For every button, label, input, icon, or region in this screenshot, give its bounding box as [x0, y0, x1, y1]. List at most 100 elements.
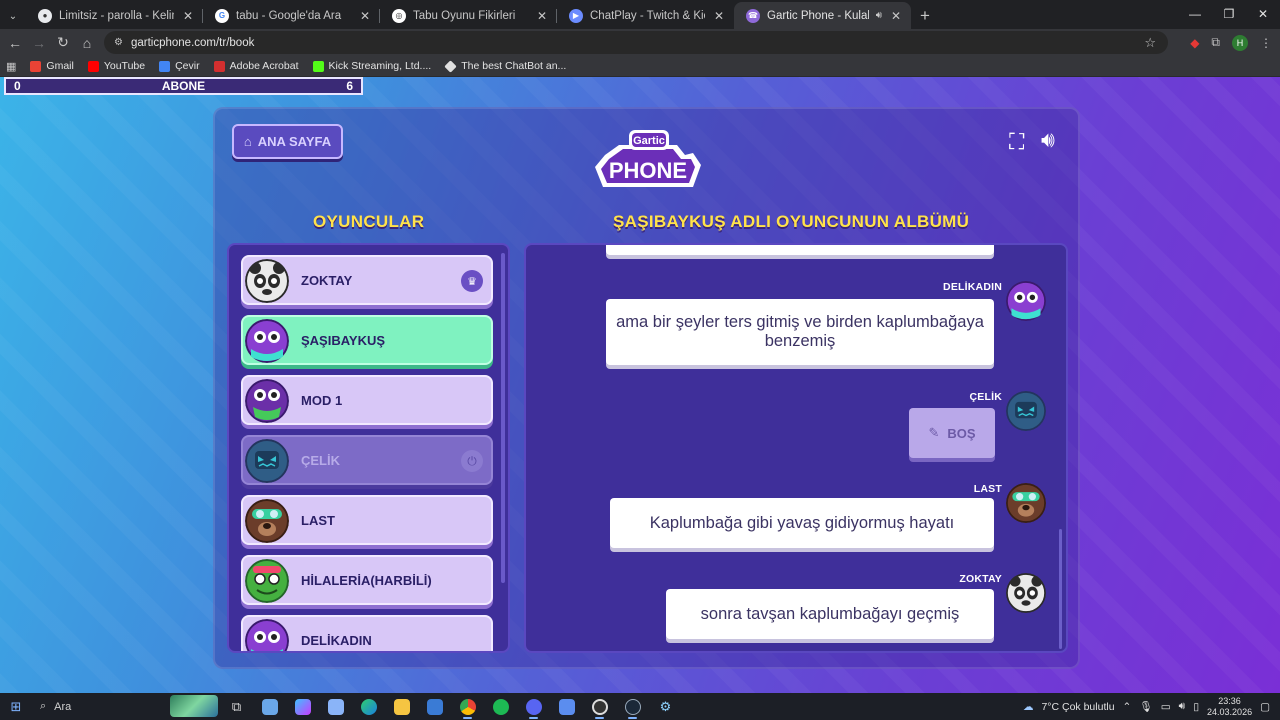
- chrome-icon[interactable]: [451, 693, 484, 720]
- player-hilaleria[interactable]: HİLALERİA(HARBİLİ): [241, 555, 493, 605]
- close-window-icon[interactable]: ✕: [1246, 0, 1280, 28]
- speaker-icon[interactable]: 🔊︎: [1179, 700, 1186, 713]
- tab-title: tabu - Google'da Ara: [236, 9, 342, 22]
- browser-toolbar: ← → ↻ ⌂ ⚙ garticphone.com/tr/book ☆ ◆ ⧉ …: [0, 29, 1280, 56]
- address-bar[interactable]: ⚙ garticphone.com/tr/book ☆: [104, 31, 1168, 54]
- close-icon[interactable]: ✕: [535, 9, 549, 23]
- tab-0[interactable]: ● Limitsiz - parolla - Kelime oyunu ✕: [26, 2, 203, 29]
- new-tab-button[interactable]: +: [911, 2, 939, 29]
- network-icon[interactable]: ▭: [1161, 701, 1171, 713]
- close-icon[interactable]: ✕: [889, 9, 903, 23]
- album-text-entry: ama bir şeyler ters gitmiş ve birden kap…: [606, 299, 994, 365]
- speaker-icon[interactable]: 🔊︎: [876, 10, 882, 21]
- task-view-icon[interactable]: ⧉: [220, 693, 253, 720]
- profile-avatar[interactable]: H: [1232, 34, 1248, 51]
- discord-icon[interactable]: [517, 693, 550, 720]
- panda-avatar-icon: [1006, 573, 1046, 613]
- tab-4-active[interactable]: ☎ Gartic Phone - Kulaktan Kulağa 🔊︎ ✕: [734, 2, 911, 29]
- bookmark-star-icon[interactable]: ☆: [1144, 35, 1156, 51]
- logo-bottom-text: PHONE: [609, 158, 687, 183]
- bookmark-adobe[interactable]: Adobe Acrobat: [213, 60, 299, 72]
- weather-icon[interactable]: ☁: [1023, 701, 1034, 713]
- players-list: ZOKTAY ♛ ŞAŞIBAYKUŞ MOD 1 ÇELİK ⏻ LAST H…: [227, 243, 510, 653]
- left-game-icon: ⏻: [461, 450, 483, 472]
- tab-search-button[interactable]: ⌄: [0, 3, 26, 29]
- gartic-phone-logo: Gartic PHONE: [595, 130, 701, 187]
- mail-icon[interactable]: [418, 693, 451, 720]
- battery-icon[interactable]: ▯: [1193, 701, 1199, 713]
- frog-avatar-icon: [245, 559, 289, 603]
- back-icon[interactable]: ←: [3, 35, 27, 51]
- notes-icon[interactable]: [319, 693, 352, 720]
- bookmark-cevir[interactable]: Çevir: [159, 60, 200, 72]
- site-settings-icon[interactable]: ⚙: [114, 37, 123, 48]
- file-explorer-icon[interactable]: [385, 693, 418, 720]
- bookmark-gmail[interactable]: Gmail: [30, 60, 74, 72]
- tab-2[interactable]: ◎ Tabu Oyunu Fikirleri ✕: [380, 2, 557, 29]
- app-icon[interactable]: [550, 693, 583, 720]
- bookmark-kick[interactable]: Kick Streaming, Ltd....: [312, 60, 431, 72]
- album-title: ŞAŞIBAYKUŞ ADLI OYUNCUNUN ALBÜMÜ: [613, 212, 970, 231]
- gartic-icon: ☎: [746, 8, 760, 23]
- forward-icon[interactable]: →: [27, 35, 51, 51]
- adobe-icon: [213, 60, 225, 72]
- edge-icon[interactable]: [352, 693, 385, 720]
- extension-icon[interactable]: ◆: [1190, 36, 1199, 50]
- search-icon: ⌕: [40, 700, 47, 712]
- minimize-icon[interactable]: —: [1178, 0, 1212, 28]
- panda-avatar-icon: [245, 259, 289, 303]
- player-mod1[interactable]: MOD 1: [241, 375, 493, 425]
- taskbar-search[interactable]: ⌕ Ara: [32, 693, 220, 720]
- steam-icon[interactable]: [616, 693, 649, 720]
- home-icon[interactable]: ⌂: [75, 35, 99, 51]
- obs-icon[interactable]: [583, 693, 616, 720]
- widgets-icon[interactable]: [253, 693, 286, 720]
- fullscreen-icon[interactable]: ⛶: [1009, 131, 1024, 153]
- microphone-icon[interactable]: 🎙︎: [1139, 700, 1152, 713]
- players-scrollbar[interactable]: [501, 253, 505, 583]
- spotify-icon[interactable]: [484, 693, 517, 720]
- restore-icon[interactable]: ❐: [1212, 0, 1246, 28]
- robot-avatar-icon: [1006, 391, 1046, 431]
- notification-icon[interactable]: ▢: [1260, 701, 1270, 713]
- translate-icon: [159, 60, 171, 72]
- taskbar-clock[interactable]: 23:36 24.03.2026: [1207, 696, 1252, 717]
- settings-gear-icon[interactable]: ⚙: [649, 693, 682, 720]
- robot-avatar-icon: [245, 439, 289, 483]
- apps-grid-icon[interactable]: ▦: [6, 60, 16, 73]
- reload-icon[interactable]: ↻: [51, 34, 75, 51]
- previous-entry-card: [606, 245, 994, 255]
- player-zoktay[interactable]: ZOKTAY ♛: [241, 255, 493, 305]
- entry-username: LAST: [973, 483, 1002, 495]
- puzzle-icon[interactable]: ⧉: [1211, 35, 1220, 50]
- tab-strip: ⌄ ● Limitsiz - parolla - Kelime oyunu ✕ …: [0, 0, 1280, 29]
- youtube-icon: [87, 60, 99, 72]
- copilot-icon[interactable]: [286, 693, 319, 720]
- player-celik[interactable]: ÇELİK ⏻: [241, 435, 493, 485]
- search-placeholder: Ara: [54, 700, 72, 713]
- tab-1[interactable]: G tabu - Google'da Ara ✕: [203, 2, 380, 29]
- google-icon: G: [215, 8, 229, 23]
- counter-right: 6: [346, 79, 353, 93]
- album-scrollbar[interactable]: [1059, 529, 1062, 649]
- home-button[interactable]: ⌂ ANA SAYFA: [232, 124, 343, 159]
- chatbot-icon: [444, 59, 457, 73]
- close-icon[interactable]: ✕: [181, 9, 195, 23]
- close-icon[interactable]: ✕: [712, 9, 726, 23]
- entry-username: ZOKTAY: [959, 573, 1002, 585]
- weather-text[interactable]: 7°C Çok bulutlu: [1041, 701, 1114, 713]
- pencil-icon: ✎: [928, 425, 940, 440]
- bookmark-youtube[interactable]: YouTube: [87, 60, 145, 72]
- tray-chevron-icon[interactable]: ⌃: [1123, 701, 1132, 713]
- volume-icon[interactable]: 🔊︎: [1041, 129, 1055, 151]
- player-last[interactable]: LAST: [241, 495, 493, 545]
- menu-dots-icon[interactable]: ⋮: [1260, 36, 1272, 50]
- close-icon[interactable]: ✕: [358, 9, 372, 23]
- counter-title: ABONE: [161, 79, 206, 93]
- system-tray: ☁ 7°C Çok bulutlu ⌃ 🎙︎ ▭ 🔊︎ ▯ 23:36 24.0…: [1023, 693, 1280, 720]
- player-sasibaykus[interactable]: ŞAŞIBAYKUŞ: [241, 315, 493, 365]
- tab-3[interactable]: ▶ ChatPlay - Twitch & Kick İzleyici ✕: [557, 2, 734, 29]
- bookmark-chatbot[interactable]: The best ChatBot an...: [444, 59, 566, 73]
- windows-start-icon[interactable]: ⊞: [0, 699, 32, 715]
- player-delikadin[interactable]: DELİKADIN: [241, 615, 493, 651]
